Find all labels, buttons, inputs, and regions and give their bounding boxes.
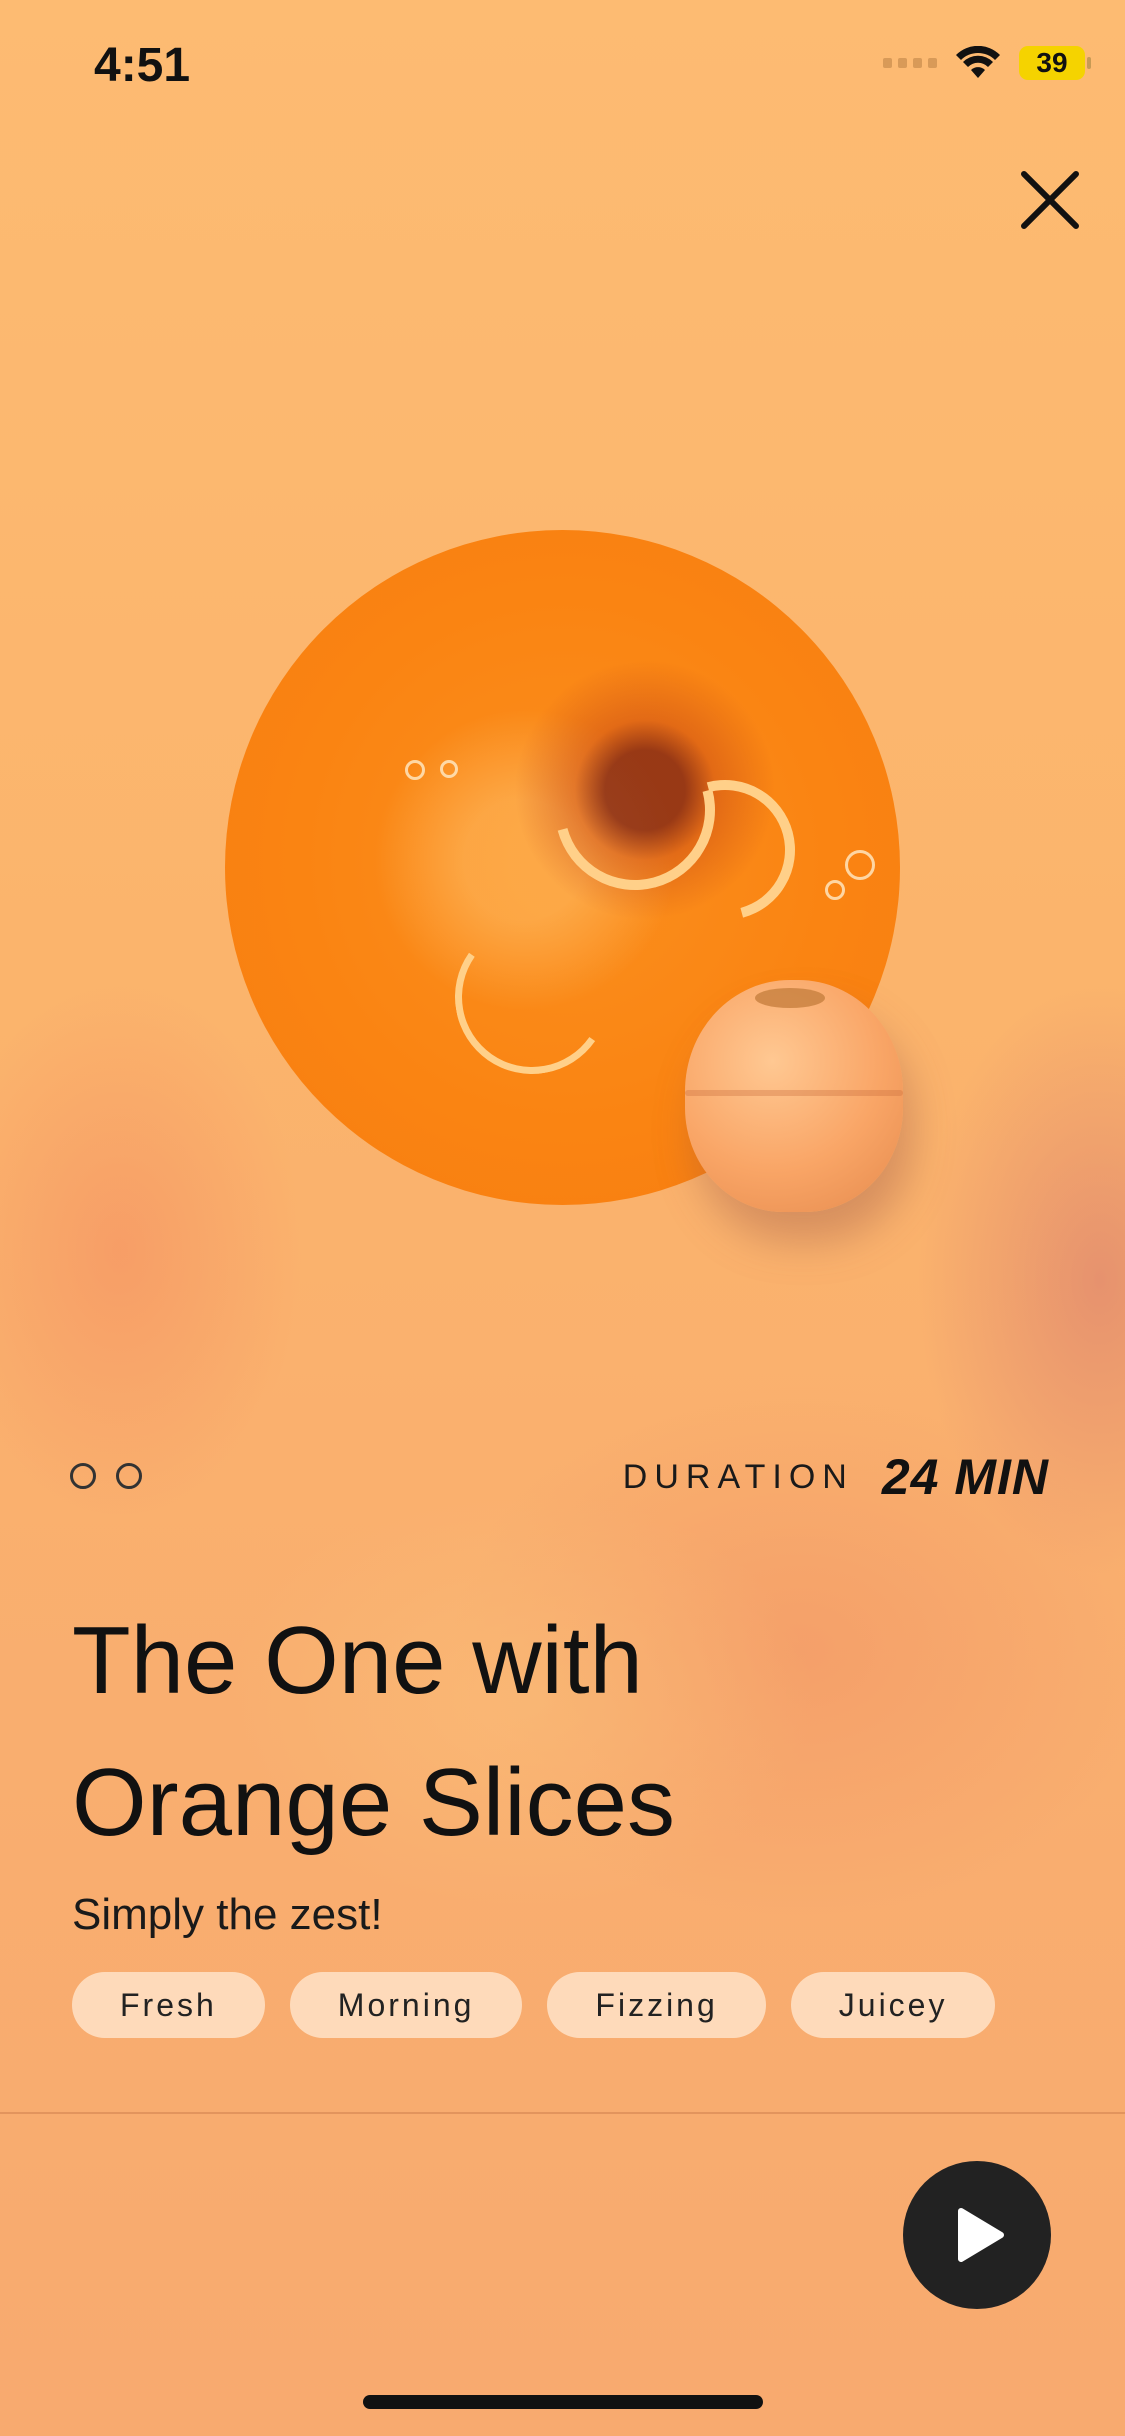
bubble: [825, 880, 845, 900]
divider: [0, 2112, 1125, 2114]
close-icon: [1021, 171, 1079, 229]
duration-label: DURATION: [622, 1457, 854, 1496]
tag-list: Fresh Morning Fizzing Juicey: [72, 1972, 996, 2038]
tag-juicey[interactable]: Juicey: [790, 1972, 996, 2038]
wifi-icon: [956, 46, 1000, 78]
duration-value: 24 MIN: [881, 1449, 1049, 1505]
bubble: [405, 760, 425, 780]
bath-bomb-image: [685, 980, 903, 1212]
title-line-1: The One with: [72, 1607, 643, 1714]
play-button[interactable]: [903, 2161, 1051, 2309]
tag-morning[interactable]: Morning: [289, 1972, 523, 2038]
status-time: 4:51: [94, 39, 191, 92]
bubble: [440, 760, 458, 778]
title-line-2: Orange Slices: [72, 1749, 675, 1856]
tag-fresh[interactable]: Fresh: [72, 1972, 265, 2038]
cellular-signal-icon: [883, 58, 937, 68]
close-button[interactable]: [1010, 160, 1090, 240]
page-title: The One with Orange Slices: [72, 1590, 972, 1874]
duration: DURATION 24 MIN: [623, 1448, 1049, 1506]
home-indicator[interactable]: [363, 2395, 763, 2409]
page-dot-1[interactable]: [70, 1463, 96, 1489]
bubble: [845, 850, 875, 880]
play-icon: [958, 2208, 1004, 2262]
battery-level: 39: [1036, 47, 1068, 78]
battery-icon: 39: [1019, 46, 1091, 80]
page-dot-2[interactable]: [116, 1463, 142, 1489]
orange-slice: [442, 907, 622, 1087]
page-indicator: [70, 1463, 142, 1489]
tag-fizzing[interactable]: Fizzing: [547, 1972, 766, 2038]
subtitle: Simply the zest!: [72, 1890, 383, 1939]
background-gradient: [0, 0, 1125, 2436]
status-icons: 39: [883, 46, 1091, 80]
